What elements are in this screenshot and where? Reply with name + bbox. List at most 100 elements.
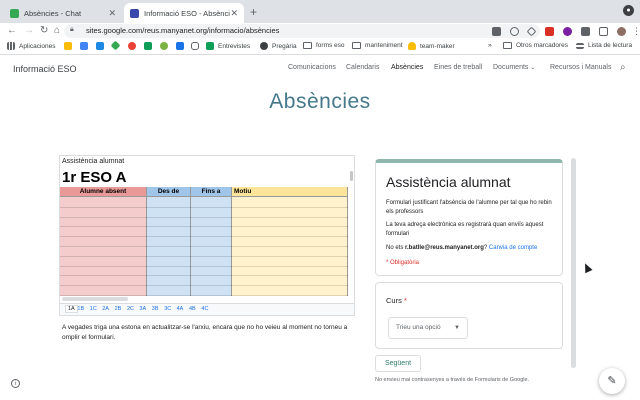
browser-tab-absencies[interactable]: Informació ESO - Absències ✕	[124, 3, 244, 23]
green-circle-icon	[160, 42, 168, 50]
docs-blue-icon	[80, 42, 88, 50]
new-tab-plus-icon[interactable]: +	[250, 5, 257, 19]
info-icon[interactable]: i	[11, 379, 20, 388]
reload-icon[interactable]: ↻	[40, 25, 48, 36]
drive-yellow-icon	[64, 42, 72, 50]
sheet-tab-4a[interactable]: 4A	[177, 306, 184, 312]
bookmark-apps[interactable]: Aplicaciones	[7, 42, 56, 50]
bookmark-lista-lectura[interactable]: Lista de lectura	[576, 42, 632, 49]
bookmark-icon-3[interactable]	[96, 42, 104, 50]
nav-comunicacions[interactable]: Comunicacions	[288, 64, 336, 71]
contacts-icon	[176, 42, 184, 50]
sheet-horizontal-scrollbar[interactable]	[62, 297, 128, 301]
extension-icons: ⋮	[545, 25, 640, 37]
curs-dropdown[interactable]: Trieu una opció ▼	[388, 317, 468, 339]
shield-icon	[191, 42, 199, 50]
close-tab-icon[interactable]: ✕	[108, 8, 116, 19]
nav-documents[interactable]: Documents ⌄	[493, 64, 535, 71]
embedded-spreadsheet[interactable]: Assistència alumnat 1r ESO A Alumne abse…	[59, 155, 355, 316]
bookmark-icon-9[interactable]	[191, 42, 199, 50]
sheets-icon	[206, 42, 214, 50]
sheet-tab-2c[interactable]: 2C	[127, 306, 134, 312]
bookmark-forms-eso[interactable]: forms eso	[303, 42, 345, 49]
bookmark-label: team-maker	[420, 42, 455, 50]
window-control-icon[interactable]: ●	[623, 5, 634, 16]
bookmark-manteniment[interactable]: manteniment	[352, 42, 403, 49]
lock-icon[interactable]: 🔒︎	[70, 26, 74, 34]
omnibox-actions	[492, 25, 544, 37]
form-footer-note: No envieu mai contrasenyes a través de F…	[375, 377, 530, 383]
question-text: Curs	[386, 296, 402, 305]
back-arrow-icon[interactable]: ←	[7, 25, 17, 36]
bookmark-otros-marcadores[interactable]: Otros marcadores	[503, 42, 568, 49]
sheet-row-line	[60, 295, 348, 296]
folder-icon	[503, 42, 512, 49]
bookmark-icon-4[interactable]	[110, 40, 121, 51]
extensions-puzzle-icon[interactable]	[581, 26, 590, 36]
next-button[interactable]: Següent	[375, 355, 421, 372]
sheet-row-line	[60, 216, 348, 218]
browser-tab-strip: Absències - Chat ✕ Informació ESO - Absè…	[0, 0, 640, 23]
sheet-tab-4c[interactable]: 4C	[201, 306, 208, 312]
bookmark-icon-2[interactable]	[80, 42, 88, 50]
chevron-down-icon: ⌄	[530, 65, 536, 71]
nav-eines-de-treball[interactable]: Eines de treball	[434, 64, 482, 71]
close-tab-icon[interactable]: ✕	[230, 8, 238, 19]
nav-recursos-manuals[interactable]: Recursos i Manuals	[550, 64, 611, 71]
sheet-row-line	[60, 255, 348, 257]
extension-purple-icon[interactable]	[563, 26, 572, 36]
bookmark-icon-5[interactable]	[128, 42, 136, 50]
edit-pencil-fab[interactable]: ✎	[599, 368, 625, 394]
form-scrollbar[interactable]	[571, 158, 576, 368]
bookmark-label: Lista de lectura	[588, 42, 633, 49]
sheet-tab-1c[interactable]: 1C	[90, 306, 97, 312]
sheet-label: Assistència alumnat	[62, 158, 125, 165]
zoom-icon[interactable]	[510, 26, 519, 36]
translate-icon[interactable]	[492, 26, 501, 36]
sheet-class-heading: 1r ESO A	[62, 169, 127, 186]
bookmark-icon-1[interactable]	[64, 42, 72, 50]
nav-absencies[interactable]: Absències	[391, 64, 423, 71]
sheet-tab-4b[interactable]: 4B	[189, 306, 196, 312]
sheet-tab-1b[interactable]: 1B	[77, 306, 84, 312]
media-control-icon[interactable]	[599, 26, 608, 36]
home-icon[interactable]: ⌂	[54, 25, 60, 36]
globe-icon	[260, 42, 268, 50]
browser-tab-chat[interactable]: Absències - Chat ✕	[4, 3, 122, 23]
bookmark-icon-7[interactable]	[160, 42, 168, 50]
question-card-curs: Curs * Trieu una opció ▼	[375, 282, 563, 349]
bookmark-icon-8[interactable]	[176, 42, 184, 50]
forward-arrow-icon[interactable]: →	[24, 25, 34, 36]
address-bar[interactable]: sites.google.com/reus.manyanet.org/infor…	[64, 24, 540, 38]
update-note: A vegades triga una estona en actualitza…	[62, 324, 348, 341]
sheet-tab-3b[interactable]: 3B	[152, 306, 159, 312]
sheet-tab-1a[interactable]: 1A	[65, 305, 78, 313]
column-des-de: Des de	[147, 187, 191, 296]
sheet-tab-2a[interactable]: 2A	[102, 306, 109, 312]
form-header-card: Assistència alumnat Formulari justifican…	[375, 159, 563, 276]
bookmark-team-maker[interactable]: team-maker	[408, 42, 455, 50]
switch-account-link[interactable]: Canvia de compte	[489, 245, 537, 251]
bookmark-label: Aplicaciones	[19, 42, 56, 50]
sheet-grid[interactable]: Alumne absent Des de Fins a Motiu	[60, 187, 348, 296]
sheet-row-line	[60, 265, 348, 267]
nav-calendaris[interactable]: Calendaris	[346, 64, 379, 71]
tab-title: Informació ESO - Absències	[144, 8, 231, 18]
sheet-tab-3a[interactable]: 3A	[139, 306, 146, 312]
sheet-tab-3c[interactable]: 3C	[164, 306, 171, 312]
bookmark-entrevistes[interactable]: Entrevistes	[206, 42, 250, 50]
page-heading: Absències	[269, 90, 371, 113]
bookmark-icon-6[interactable]	[144, 42, 152, 50]
photos-icon	[128, 42, 136, 50]
profile-avatar[interactable]	[617, 26, 626, 36]
site-title[interactable]: Informació ESO	[13, 64, 77, 74]
extension-red-icon[interactable]	[545, 26, 554, 36]
sheet-tab-2b[interactable]: 2B	[115, 306, 122, 312]
account-email: r.batlle@reus.manyanet.org	[405, 245, 484, 251]
bookmark-pregaria[interactable]: Pregària	[260, 42, 297, 50]
search-icon[interactable]: ⌕	[620, 62, 626, 73]
more-bookmarks-chevron[interactable]: »	[488, 42, 492, 49]
sheet-vertical-scrollbar[interactable]	[350, 171, 353, 181]
bookmark-star-icon[interactable]	[526, 26, 537, 36]
menu-kebab-icon[interactable]: ⋮	[632, 26, 640, 37]
